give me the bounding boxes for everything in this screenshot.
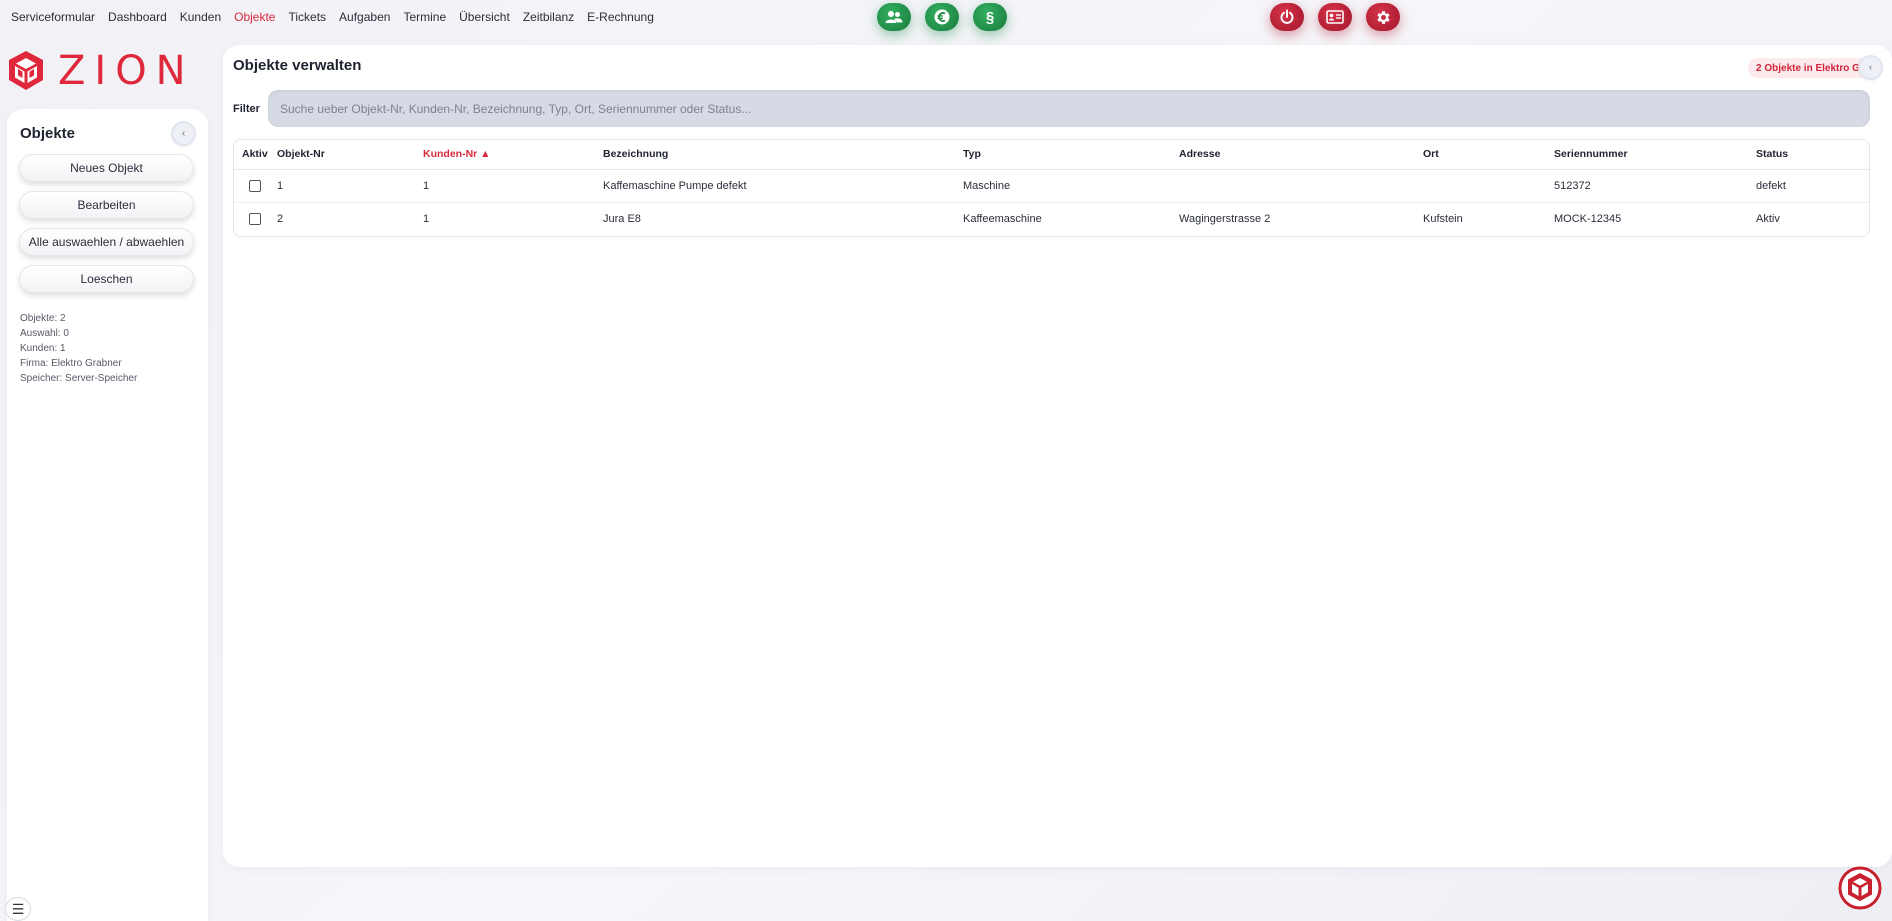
- filter-label: Filter: [233, 103, 260, 115]
- row-checkbox[interactable]: [249, 179, 261, 192]
- billing-quick-button[interactable]: [925, 3, 959, 31]
- nav-item-e-rechnung[interactable]: E-Rechnung: [587, 10, 654, 24]
- stat-customers: Kunden: 1: [20, 343, 66, 354]
- cell-typ: Maschine: [963, 169, 1179, 203]
- col-seriennummer[interactable]: Seriennummer: [1554, 140, 1756, 170]
- col-kunden-nr[interactable]: Kunden-Nr ▲: [423, 140, 603, 170]
- settings-button[interactable]: [1366, 3, 1400, 31]
- objects-table: Aktiv Objekt-Nr Kunden-Nr ▲ Bezeichnung …: [233, 139, 1870, 237]
- sidebar-title: Objekte: [20, 125, 76, 142]
- profile-button[interactable]: [1318, 3, 1352, 31]
- filter-input[interactable]: [268, 90, 1870, 127]
- users-icon: [885, 11, 903, 23]
- app-logo: ZION: [6, 48, 195, 94]
- menu-toggle-button[interactable]: ☰: [5, 897, 31, 921]
- nav-item-uebersicht[interactable]: Übersicht: [459, 10, 510, 24]
- select-all-button[interactable]: Alle auswaehlen / abwaehlen: [19, 228, 194, 256]
- cell-adresse: [1179, 169, 1423, 203]
- cell-kunden-nr: 1: [423, 169, 603, 203]
- stat-objects: Objekte: 2: [20, 313, 66, 324]
- sidebar-stats: Objekte: 2 Auswahl: 0 Kunden: 1 Firma: E…: [20, 311, 137, 386]
- logout-button[interactable]: [1270, 3, 1304, 31]
- nav-item-dashboard[interactable]: Dashboard: [108, 10, 167, 24]
- chevron-left-icon: ‹: [1868, 62, 1873, 73]
- cell-bezeichnung: Jura E8: [603, 212, 641, 225]
- table-header-row: Aktiv Objekt-Nr Kunden-Nr ▲ Bezeichnung …: [234, 140, 1869, 170]
- id-card-icon: [1326, 10, 1344, 24]
- cell-ort: [1423, 169, 1554, 203]
- top-navigation: Serviceformular Dashboard Kunden Objekte…: [0, 0, 1892, 34]
- cell-objekt-nr: 2: [277, 212, 284, 225]
- delete-button[interactable]: Loeschen: [19, 265, 194, 293]
- customers-quick-button[interactable]: [877, 3, 911, 31]
- paragraph-icon: §: [985, 8, 995, 26]
- nav-item-aufgaben[interactable]: Aufgaben: [339, 10, 390, 24]
- cell-adresse: Wagingerstrasse 2: [1179, 212, 1271, 225]
- cell-status: Aktiv: [1756, 212, 1780, 225]
- col-status[interactable]: Status: [1756, 140, 1869, 170]
- col-typ[interactable]: Typ: [963, 140, 1179, 170]
- nav-links: Serviceformular Dashboard Kunden Objekte…: [11, 10, 667, 24]
- stat-storage: Speicher: Server-Speicher: [20, 373, 138, 384]
- nav-item-objekte[interactable]: Objekte: [234, 10, 275, 24]
- cell-ort: Kufstein: [1423, 212, 1463, 225]
- sidebar-collapse-button[interactable]: ‹: [173, 123, 194, 144]
- main-panel: Objekte verwalten 2 Objekte in Elektro G…: [223, 45, 1892, 867]
- col-ort[interactable]: Ort: [1423, 140, 1554, 170]
- nav-item-tickets[interactable]: Tickets: [288, 10, 326, 24]
- col-objekt-nr[interactable]: Objekt-Nr: [277, 140, 423, 170]
- col-adresse[interactable]: Adresse: [1179, 140, 1423, 170]
- gear-icon: [1376, 10, 1390, 24]
- zion-cube-icon: [9, 51, 43, 90]
- new-object-button[interactable]: Neues Objekt: [19, 154, 194, 182]
- legal-quick-button[interactable]: §: [973, 3, 1007, 31]
- cell-bezeichnung: Kaffemaschine Pumpe defekt: [603, 169, 963, 203]
- stat-company: Firma: Elektro Grabner: [20, 358, 122, 369]
- hamburger-icon: ☰: [11, 900, 25, 917]
- sidebar: Objekte ‹ Neues Objekt Bearbeiten Alle a…: [7, 109, 208, 921]
- cell-seriennummer: 512372: [1554, 169, 1756, 203]
- logo-text: ZION: [58, 48, 195, 94]
- power-icon: [1280, 9, 1294, 24]
- nav-item-termine[interactable]: Termine: [403, 10, 446, 24]
- cell-objekt-nr: 1: [277, 169, 423, 203]
- zion-cube-icon: [1838, 866, 1882, 910]
- assistant-logo-button[interactable]: [1838, 866, 1882, 910]
- row-checkbox[interactable]: [249, 212, 261, 225]
- nav-item-kunden[interactable]: Kunden: [180, 10, 221, 24]
- col-aktiv[interactable]: Aktiv: [234, 140, 277, 170]
- cell-kunden-nr: 1: [423, 212, 430, 225]
- nav-item-zeitbilanz[interactable]: Zeitbilanz: [523, 10, 574, 24]
- col-bezeichnung[interactable]: Bezeichnung: [603, 140, 963, 170]
- nav-item-serviceformular[interactable]: Serviceformular: [11, 10, 95, 24]
- company-badge: 2 Objekte in Elektro Grabner: [1748, 58, 1874, 78]
- euro-icon: [934, 9, 950, 25]
- edit-button[interactable]: Bearbeiten: [19, 191, 194, 219]
- cell-status: defekt: [1756, 169, 1869, 203]
- table-row[interactable]: 1 1 Kaffemaschine Pumpe defekt Maschine …: [234, 169, 1869, 203]
- page-title: Objekte verwalten: [233, 57, 362, 74]
- stat-selection: Auswahl: 0: [20, 328, 69, 339]
- cell-typ: Kaffeemaschine: [963, 212, 1042, 225]
- cell-seriennummer: MOCK-12345: [1554, 212, 1622, 225]
- panel-collapse-button[interactable]: ‹: [1860, 57, 1881, 78]
- table-row[interactable]: 2 1 Jura E8 Kaffeemaschine Wagingerstras…: [234, 202, 1869, 235]
- chevron-left-icon: ‹: [181, 128, 186, 139]
